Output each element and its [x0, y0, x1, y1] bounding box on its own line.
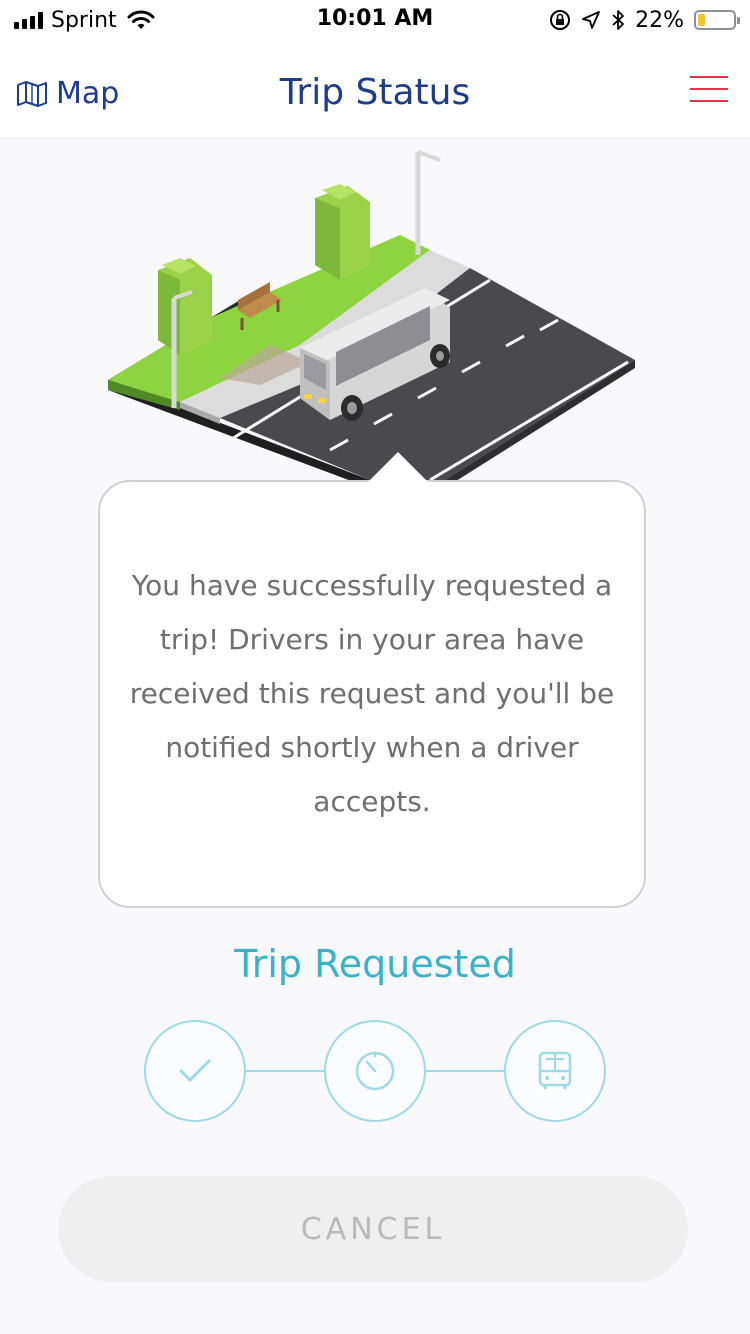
shuttle-street-illustration: [108, 150, 635, 485]
trip-progress-steps: [0, 1020, 750, 1122]
timer-icon: [355, 1051, 395, 1091]
status-bar-right: 22%: [549, 6, 740, 34]
checkmark-icon: [179, 1059, 211, 1082]
bush-right: [315, 184, 370, 280]
page-title: Trip Status: [279, 72, 471, 113]
step-connector: [423, 1070, 505, 1072]
location-arrow-icon: [582, 11, 600, 29]
battery-level: [698, 14, 705, 26]
battery-icon: [694, 10, 740, 30]
status-bar: Sprint 10:01 AM 22%: [0, 0, 750, 40]
step-pickup: [504, 1020, 606, 1122]
navigation-bar: Map Trip Status: [0, 40, 750, 139]
trip-status-label: Trip Requested: [234, 942, 516, 986]
bush-left: [158, 258, 212, 355]
card-pointer: [368, 452, 428, 482]
step-connector: [243, 1070, 325, 1072]
step-requested: [144, 1020, 246, 1122]
step-waiting: [324, 1020, 426, 1122]
orientation-lock-icon: [550, 10, 571, 30]
message-card: You have successfully requested a trip! …: [98, 480, 646, 908]
bus-icon: [538, 1051, 572, 1089]
bluetooth-icon: [612, 10, 624, 30]
battery-percent: 22%: [635, 7, 684, 33]
cancel-button[interactable]: CANCEL: [58, 1176, 688, 1282]
hamburger-menu-icon[interactable]: [690, 76, 728, 102]
request-confirmation-message: You have successfully requested a trip! …: [129, 569, 615, 818]
